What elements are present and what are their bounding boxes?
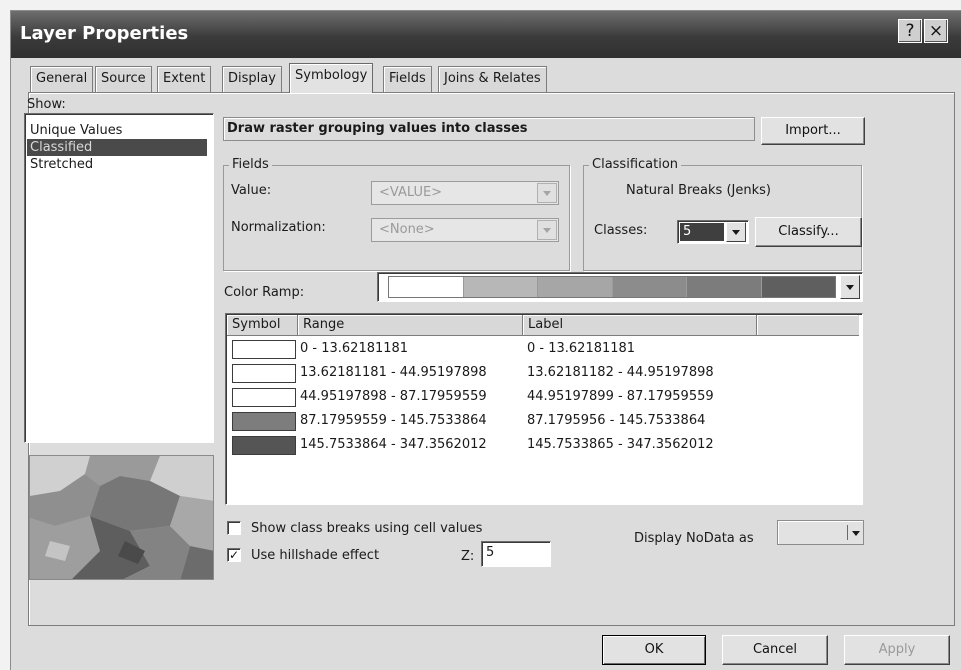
color-ramp-combo[interactable] — [377, 272, 863, 302]
cancel-button[interactable]: Cancel — [722, 635, 828, 665]
renderer-list[interactable]: Unique Values Classified Stretched — [24, 113, 214, 443]
normalization-label: Normalization: — [231, 220, 326, 235]
normalization-combo-text: <None> — [379, 222, 435, 237]
classification-group-title: Classification — [589, 157, 682, 172]
tab-display[interactable]: Display — [222, 66, 282, 92]
range-cell[interactable]: 0 - 13.62181181 — [300, 341, 408, 356]
color-ramp-segment — [389, 277, 463, 297]
hillshade-checkbox[interactable]: ✓ — [227, 548, 241, 562]
symbol-swatch[interactable] — [232, 364, 296, 383]
renderer-description: Draw raster grouping values into classes — [227, 121, 528, 136]
symbol-table-body: 0 - 13.62181181 0 - 13.62181181 13.6218118… — [227, 338, 859, 502]
label-cell[interactable]: 0 - 13.62181181 — [527, 341, 635, 356]
chevron-down-icon — [543, 191, 551, 196]
tab-source[interactable]: Source — [95, 66, 152, 92]
value-combo-text: <VALUE> — [379, 185, 443, 200]
range-cell[interactable]: 145.7533864 - 347.3562012 — [300, 437, 487, 452]
table-row[interactable]: 44.95197898 - 87.17959559 44.95197899 - 8… — [227, 386, 857, 410]
color-ramp-segment — [686, 277, 761, 297]
z-input[interactable]: 5 — [481, 541, 551, 567]
show-class-breaks-checkbox[interactable] — [227, 521, 241, 535]
label-cell[interactable]: 87.1795956 - 145.7533864 — [527, 413, 705, 428]
classes-combo-arrow[interactable] — [726, 222, 746, 242]
chevron-down-icon — [543, 228, 551, 233]
column-header-range[interactable]: Range — [298, 315, 523, 335]
symbol-swatch[interactable] — [232, 412, 296, 431]
renderer-item-stretched[interactable]: Stretched — [27, 156, 96, 173]
symbol-swatch[interactable] — [232, 340, 296, 359]
column-header-symbol[interactable]: Symbol — [227, 315, 298, 335]
tab-fields[interactable]: Fields — [383, 66, 432, 92]
raster-preview-image — [29, 455, 214, 580]
tab-joins-relates[interactable]: Joins & Relates — [438, 66, 547, 92]
color-ramp-segment — [537, 277, 612, 297]
classes-value: 5 — [683, 224, 692, 239]
title-bar[interactable]: Layer Properties ? × — [11, 11, 961, 58]
renderer-item-classified[interactable]: Classified — [27, 139, 207, 156]
chevron-down-icon — [732, 230, 740, 235]
fields-group-title: Fields — [229, 157, 272, 172]
range-cell[interactable]: 13.62181181 - 44.95197898 — [300, 365, 487, 380]
tab-general[interactable]: General — [30, 66, 94, 92]
nodata-color-picker[interactable] — [777, 520, 864, 545]
z-value: 5 — [486, 545, 495, 560]
range-cell[interactable]: 87.17959559 - 145.7533864 — [300, 413, 487, 428]
help-button[interactable]: ? — [898, 19, 922, 43]
label-cell[interactable]: 13.62181182 - 44.95197898 — [527, 365, 714, 380]
color-ramp-segment — [611, 277, 686, 297]
classify-button[interactable]: Classify... — [755, 217, 862, 247]
renderer-item-unique-values[interactable]: Unique Values — [27, 122, 125, 139]
tab-extent[interactable]: Extent — [157, 66, 212, 92]
color-ramp-label: Color Ramp: — [224, 285, 305, 300]
value-combo[interactable]: <VALUE> — [371, 181, 559, 205]
table-row[interactable]: 87.17959559 - 145.7533864 87.1795956 - 14… — [227, 410, 857, 434]
chevron-down-icon — [846, 285, 854, 290]
close-button[interactable]: × — [924, 19, 948, 43]
classes-selection: 5 — [680, 223, 724, 241]
label-cell[interactable]: 145.7533865 - 347.3562012 — [527, 437, 714, 452]
tab-symbology[interactable]: Symbology — [289, 63, 374, 93]
value-combo-arrow[interactable] — [537, 183, 557, 203]
z-label: Z: — [461, 549, 475, 564]
apply-button[interactable]: Apply — [844, 635, 950, 665]
ok-button[interactable]: OK — [602, 635, 706, 665]
color-ramp-arrow[interactable] — [840, 275, 860, 299]
normalization-combo[interactable]: <None> — [371, 218, 559, 242]
color-ramp-preview — [388, 276, 836, 298]
table-row[interactable]: 145.7533864 - 347.3562012 145.7533865 - 3… — [227, 434, 857, 458]
window-title: Layer Properties — [20, 23, 189, 44]
symbol-table[interactable]: Symbol Range Label 0 - 13.62181181 0 - 13… — [225, 313, 863, 505]
column-header-label[interactable]: Label — [523, 315, 757, 335]
raster-thumbnail — [30, 456, 213, 579]
range-cell[interactable]: 44.95197898 - 87.17959559 — [300, 389, 487, 404]
normalization-combo-arrow[interactable] — [537, 220, 557, 240]
description-bar: Draw raster grouping values into classes — [223, 117, 755, 141]
color-ramp-segment — [760, 277, 835, 297]
column-header-empty — [757, 315, 858, 335]
table-row[interactable]: 0 - 13.62181181 0 - 13.62181181 — [227, 338, 857, 362]
value-label: Value: — [231, 183, 272, 198]
import-button[interactable]: Import... — [761, 117, 865, 145]
classes-combo[interactable]: 5 — [677, 220, 749, 244]
show-class-breaks-label: Show class breaks using cell values — [251, 521, 483, 536]
classification-method: Natural Breaks (Jenks) — [626, 183, 771, 198]
table-row[interactable]: 13.62181181 - 44.95197898 13.62181182 - 4… — [227, 362, 857, 386]
layer-properties-dialog: Layer Properties ? × General Source Exte… — [10, 10, 961, 670]
show-label: Show: — [27, 97, 66, 112]
symbol-swatch[interactable] — [232, 436, 296, 455]
hillshade-label: Use hillshade effect — [251, 548, 380, 563]
nodata-label: Display NoData as — [634, 531, 754, 546]
symbol-swatch[interactable] — [232, 388, 296, 407]
nodata-arrow[interactable] — [848, 521, 863, 544]
classes-label: Classes: — [594, 223, 648, 238]
chevron-down-icon — [851, 530, 860, 536]
label-cell[interactable]: 44.95197899 - 87.17959559 — [527, 389, 714, 404]
symbol-table-header: Symbol Range Label — [227, 315, 859, 336]
color-ramp-segment — [462, 277, 537, 297]
